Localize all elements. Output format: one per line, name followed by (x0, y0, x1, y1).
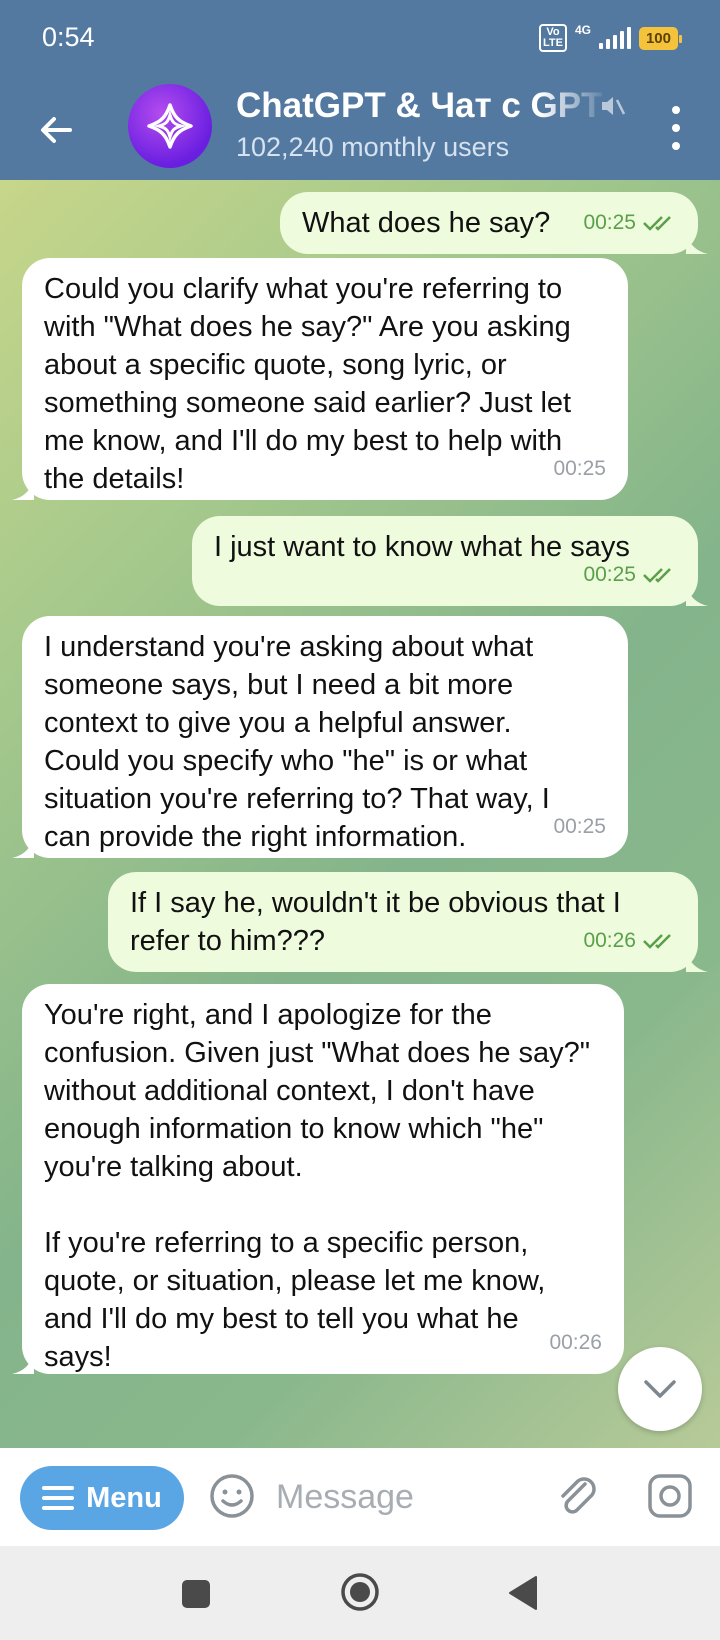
message-meta: 00:25 (553, 450, 606, 488)
bubble-tail (686, 950, 708, 972)
double-check-icon (643, 568, 671, 583)
home-button[interactable] (340, 1572, 380, 1612)
system-navigation-bar (0, 1546, 720, 1640)
emoji-icon[interactable] (208, 1472, 256, 1520)
message-meta: 00:26 (549, 1324, 602, 1362)
bot-menu-button[interactable]: Menu (20, 1466, 184, 1530)
message-text: Could you clarify what you're referring … (44, 273, 580, 495)
chevron-down-icon (644, 1380, 676, 1398)
message-time: 00:25 (583, 211, 636, 234)
message-time: 00:25 (583, 563, 636, 586)
message-time: 00:26 (583, 929, 636, 952)
signal-icon (598, 27, 631, 49)
back-button[interactable] (506, 1574, 540, 1612)
message-input[interactable] (276, 1470, 536, 1524)
message-meta: 00:25 (583, 204, 676, 242)
network-type: 4G (574, 23, 591, 37)
message-meta: 00:25 (553, 808, 606, 846)
message-time: 00:26 (549, 1331, 602, 1354)
ai-sparkle-icon (147, 103, 193, 149)
composer: Menu (0, 1448, 720, 1546)
menu-button-label: Menu (86, 1481, 162, 1514)
message-incoming[interactable]: I understand you're asking about what so… (12, 616, 628, 858)
message-text: You're right, and I apologize for the co… (44, 999, 591, 1373)
message-meta: 00:25 (583, 556, 676, 594)
bubble-tail (686, 584, 708, 606)
back-arrow-icon[interactable] (36, 110, 76, 150)
message-time: 00:25 (553, 815, 606, 838)
attach-icon[interactable] (552, 1470, 602, 1520)
more-options-icon[interactable] (668, 106, 684, 150)
volte-icon: Vo LTE (538, 24, 567, 52)
message-outgoing[interactable]: What does he say? 00:25 (280, 192, 708, 254)
double-check-icon (643, 216, 671, 231)
bubble-tail (686, 232, 708, 254)
recent-apps-button[interactable] (182, 1580, 210, 1608)
message-text: I understand you're asking about what so… (44, 631, 558, 853)
camera-icon[interactable] (646, 1472, 694, 1520)
bubble-tail (12, 836, 34, 858)
chat-header: ChatGPT & Чат с GPT 102,240 monthly user… (0, 80, 720, 180)
message-outgoing[interactable]: I just want to know what he says 00:25 (192, 516, 708, 606)
chat-title[interactable]: ChatGPT & Чат с GPT (236, 86, 616, 126)
bubble-tail (12, 478, 34, 500)
avatar[interactable] (128, 84, 212, 168)
double-check-icon (643, 934, 671, 949)
scroll-to-bottom-button[interactable] (618, 1347, 702, 1431)
battery-icon: 100 (638, 26, 683, 50)
status-icons: Vo LTE 4G 100 (538, 23, 683, 52)
message-time: 00:25 (553, 457, 606, 480)
message-incoming[interactable]: You're right, and I apologize for the co… (12, 984, 624, 1374)
bubble-tail (12, 1352, 34, 1374)
message-outgoing[interactable]: If I say he, wouldn't it be obvious that… (108, 872, 708, 972)
message-incoming[interactable]: Could you clarify what you're referring … (12, 258, 628, 500)
message-list[interactable]: What does he say? 00:25 Could you clarif… (0, 180, 720, 1448)
status-time: 0:54 (42, 22, 95, 52)
chat-subtitle: 102,240 monthly users (236, 132, 510, 162)
message-meta: 00:26 (583, 922, 676, 960)
hamburger-icon (42, 1486, 75, 1510)
muted-icon (602, 97, 626, 115)
status-bar: 0:54 Vo LTE 4G 100 (0, 0, 720, 80)
